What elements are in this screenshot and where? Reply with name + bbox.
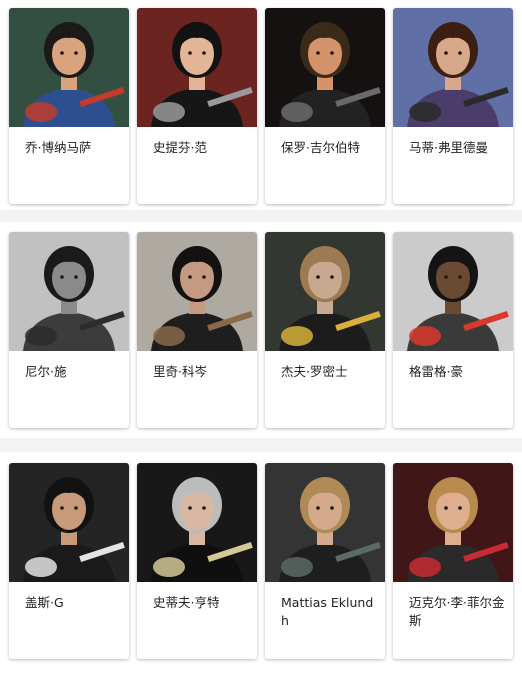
guitarist-photo[interactable] [9,232,129,351]
guitarist-photo[interactable] [137,463,257,582]
guitarist-photo-image [265,463,385,582]
guitarist-card[interactable]: 马蒂·弗里德曼 [393,8,513,204]
guitarist-card[interactable]: 杰夫·罗密士 [265,232,385,428]
guitarist-name[interactable]: 乔·博纳马萨 [25,139,121,157]
guitarist-card[interactable]: 迈克尔·李·菲尔金斯 [393,463,513,659]
row-separator [0,438,522,452]
guitarist-photo-image [9,463,129,582]
guitarist-photo[interactable] [137,8,257,127]
guitarist-card[interactable]: 格雷格·豪 [393,232,513,428]
guitarist-card[interactable]: 史蒂夫·亨特 [137,463,257,659]
guitarist-name[interactable]: 马蒂·弗里德曼 [409,139,505,157]
guitarist-photo-image [9,8,129,127]
guitarist-card[interactable]: 乔·博纳马萨 [9,8,129,204]
guitarist-card[interactable]: Mattias Eklundh [265,463,385,659]
guitarist-photo[interactable] [265,232,385,351]
guitarist-name[interactable]: 里奇·科岑 [153,363,249,381]
guitarist-name[interactable]: 保罗·吉尔伯特 [281,139,377,157]
guitarist-name[interactable]: Mattias Eklundh [281,594,377,630]
guitarist-photo[interactable] [9,8,129,127]
guitarist-card[interactable]: 尼尔·施 [9,232,129,428]
guitarist-name[interactable]: 杰夫·罗密士 [281,363,377,381]
guitarist-photo-image [137,463,257,582]
row-separator [0,210,522,222]
guitarist-card[interactable]: 盖斯·G [9,463,129,659]
guitarist-photo-image [137,232,257,351]
guitarist-photo[interactable] [137,232,257,351]
guitarist-card[interactable]: 里奇·科岑 [137,232,257,428]
guitarist-name[interactable]: 格雷格·豪 [409,363,505,381]
guitarist-photo[interactable] [265,8,385,127]
guitarist-name[interactable]: 盖斯·G [25,594,121,612]
guitarist-photo-image [137,8,257,127]
guitarist-name[interactable]: 史提芬·范 [153,139,249,157]
guitarist-photo-image [393,463,513,582]
guitarist-photo-image [393,232,513,351]
guitarist-photo[interactable] [9,463,129,582]
guitarist-card[interactable]: 保罗·吉尔伯特 [265,8,385,204]
guitarist-name[interactable]: 迈克尔·李·菲尔金斯 [409,594,505,630]
guitarist-name[interactable]: 尼尔·施 [25,363,121,381]
guitarist-card[interactable]: 史提芬·范 [137,8,257,204]
guitarist-photo[interactable] [393,463,513,582]
guitarist-photo-image [265,232,385,351]
guitarist-photo-image [265,8,385,127]
guitarist-photo[interactable] [393,8,513,127]
guitarist-name[interactable]: 史蒂夫·亨特 [153,594,249,612]
guitarist-photo[interactable] [265,463,385,582]
guitarist-photo-image [393,8,513,127]
guitarist-photo[interactable] [393,232,513,351]
guitarist-photo-image [9,232,129,351]
